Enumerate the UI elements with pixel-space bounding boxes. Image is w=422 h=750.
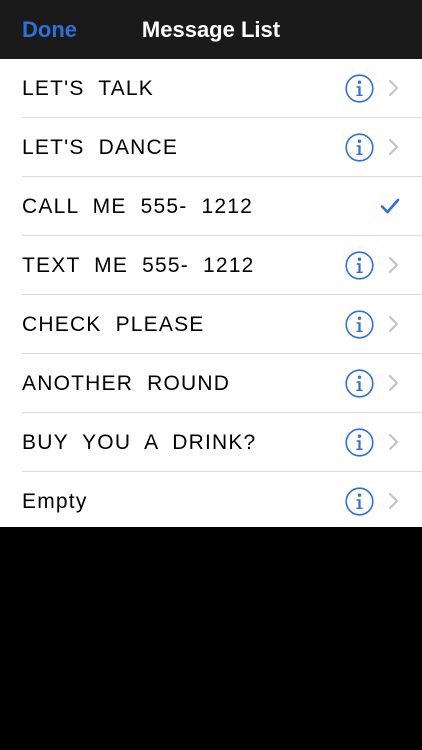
- info-circle-icon[interactable]: [345, 133, 374, 162]
- list-item[interactable]: TEXT ME 555- 1212: [0, 236, 422, 295]
- done-button[interactable]: Done: [22, 0, 77, 59]
- screen: Done Message List LET'S TALK LET'S DANCE C…: [0, 0, 422, 750]
- message-label: CALL ME 555- 1212: [22, 195, 254, 218]
- chevron-right-icon: [388, 492, 400, 510]
- list-item[interactable]: LET'S TALK: [0, 59, 422, 118]
- list-item[interactable]: ANOTHER ROUND: [0, 354, 422, 413]
- list-item[interactable]: Empty: [0, 472, 422, 531]
- message-label: Empty: [22, 490, 88, 513]
- info-circle-icon[interactable]: [345, 310, 374, 339]
- chevron-right-icon: [388, 315, 400, 333]
- chevron-right-icon: [388, 79, 400, 97]
- chevron-right-icon: [388, 256, 400, 274]
- chevron-right-icon: [388, 138, 400, 156]
- navigation-bar: Done Message List: [0, 0, 422, 59]
- info-circle-icon[interactable]: [345, 369, 374, 398]
- message-label: LET'S DANCE: [22, 136, 179, 159]
- message-label: LET'S TALK: [22, 77, 154, 100]
- info-circle-icon[interactable]: [345, 487, 374, 516]
- info-circle-icon[interactable]: [345, 74, 374, 103]
- checkmark-icon: [380, 197, 400, 215]
- list-item[interactable]: CALL ME 555- 1212: [0, 177, 422, 236]
- message-label: BUY YOU A DRINK?: [22, 431, 257, 454]
- list-item[interactable]: LET'S DANCE: [0, 118, 422, 177]
- chevron-right-icon: [388, 433, 400, 451]
- message-list: LET'S TALK LET'S DANCE CALL ME 555- 1212 TE…: [0, 59, 422, 527]
- message-label: TEXT ME 555- 1212: [22, 254, 255, 277]
- info-circle-icon[interactable]: [345, 251, 374, 280]
- message-label: ANOTHER ROUND: [22, 372, 231, 395]
- list-item[interactable]: CHECK PLEASE: [0, 295, 422, 354]
- info-circle-icon[interactable]: [345, 428, 374, 457]
- list-item[interactable]: BUY YOU A DRINK?: [0, 413, 422, 472]
- message-label: CHECK PLEASE: [22, 313, 205, 336]
- chevron-right-icon: [388, 374, 400, 392]
